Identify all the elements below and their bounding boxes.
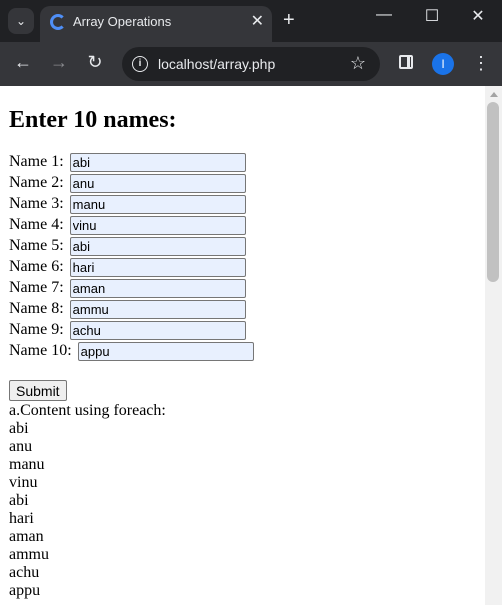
page-viewport: Enter 10 names: Name 1: Name 2: Name 3: … xyxy=(0,86,502,605)
output-item: anu xyxy=(9,438,33,455)
output-item: hari xyxy=(9,510,34,527)
title-bar: ⌄ Array Operations ✕ + — ☐ ✕ xyxy=(0,0,502,42)
output-item: aman xyxy=(9,528,44,545)
close-window-icon[interactable]: ✕ xyxy=(463,6,493,26)
output-item: appu xyxy=(9,582,41,599)
url-text: localhost/array.php xyxy=(158,56,276,72)
output-item: abi xyxy=(9,492,29,509)
browser-tab[interactable]: Array Operations ✕ xyxy=(40,6,272,42)
chevron-down-icon: ⌄ xyxy=(15,14,27,28)
bookmark-star-icon[interactable]: ☆ xyxy=(350,53,366,74)
menu-kebab-icon[interactable]: ⋮ xyxy=(472,53,490,74)
name-input[interactable] xyxy=(69,194,246,214)
output-item: vinu xyxy=(9,474,38,491)
output-item: ammu xyxy=(9,546,49,563)
page-content: Enter 10 names: Name 1: Name 2: Name 3: … xyxy=(9,86,479,600)
name-input[interactable] xyxy=(69,173,246,193)
name-field-label: Name 3: xyxy=(9,195,64,212)
loading-favicon-icon xyxy=(50,14,66,30)
new-tab-icon[interactable]: + xyxy=(283,9,295,32)
name-field-row: Name 7: xyxy=(9,277,479,298)
name-field-row: Name 3: xyxy=(9,193,479,214)
maximize-icon[interactable]: ☐ xyxy=(417,6,447,26)
tab-title: Array Operations xyxy=(73,14,172,29)
back-icon[interactable]: ← xyxy=(11,52,35,73)
name-field-label: Name 6: xyxy=(9,258,64,275)
scroll-thumb[interactable] xyxy=(487,102,499,282)
name-field-label: Name 4: xyxy=(9,216,64,233)
name-field-row: Name 5: xyxy=(9,235,479,256)
profile-avatar[interactable]: I xyxy=(432,53,454,75)
tab-search-button[interactable]: ⌄ xyxy=(8,8,34,34)
name-field-row: Name 6: xyxy=(9,256,479,277)
name-input[interactable] xyxy=(69,257,246,277)
close-tab-icon[interactable]: ✕ xyxy=(251,11,264,31)
name-field-label: Name 9: xyxy=(9,321,64,338)
reload-icon[interactable]: ↻ xyxy=(83,52,107,73)
name-input[interactable] xyxy=(77,341,254,361)
name-field-row: Name 1: xyxy=(9,151,479,172)
name-field-row: Name 10: xyxy=(9,340,479,361)
name-field-row: Name 2: xyxy=(9,172,479,193)
name-field-label: Name 10: xyxy=(9,342,72,359)
name-input[interactable] xyxy=(69,278,246,298)
submit-button[interactable]: Submit xyxy=(9,380,67,401)
address-bar[interactable]: i localhost/array.php ☆ xyxy=(122,47,380,81)
name-field-label: Name 2: xyxy=(9,174,64,191)
name-field-row: Name 4: xyxy=(9,214,479,235)
vertical-scrollbar[interactable] xyxy=(485,86,502,605)
output-heading: a.Content using foreach: xyxy=(9,402,166,419)
output-item: achu xyxy=(9,564,40,581)
forward-icon[interactable]: → xyxy=(47,52,71,73)
name-field-row: Name 9: xyxy=(9,319,479,340)
name-field-label: Name 7: xyxy=(9,279,64,296)
name-field-label: Name 5: xyxy=(9,237,64,254)
name-field-row: Name 8: xyxy=(9,298,479,319)
output-item: abi xyxy=(9,420,29,437)
name-input[interactable] xyxy=(69,152,246,172)
name-input[interactable] xyxy=(69,320,246,340)
name-field-label: Name 1: xyxy=(9,153,64,170)
side-panel-icon[interactable] xyxy=(399,55,413,69)
output-list: abi anu manu vinu abi hari aman ammu achu appu xyxy=(9,420,479,600)
name-input[interactable] xyxy=(69,215,246,235)
scroll-up-arrow-icon[interactable] xyxy=(490,92,498,97)
page-heading: Enter 10 names: xyxy=(9,107,177,133)
name-form: Name 1: Name 2: Name 3: Name 4: Name 5: … xyxy=(9,151,479,361)
output-item: manu xyxy=(9,456,45,473)
minimize-icon[interactable]: — xyxy=(369,6,399,24)
name-input[interactable] xyxy=(69,236,246,256)
browser-toolbar: ← → ↻ i localhost/array.php ☆ I ⋮ xyxy=(0,42,502,86)
name-input[interactable] xyxy=(69,299,246,319)
name-field-label: Name 8: xyxy=(9,300,64,317)
site-info-icon[interactable]: i xyxy=(132,56,148,72)
